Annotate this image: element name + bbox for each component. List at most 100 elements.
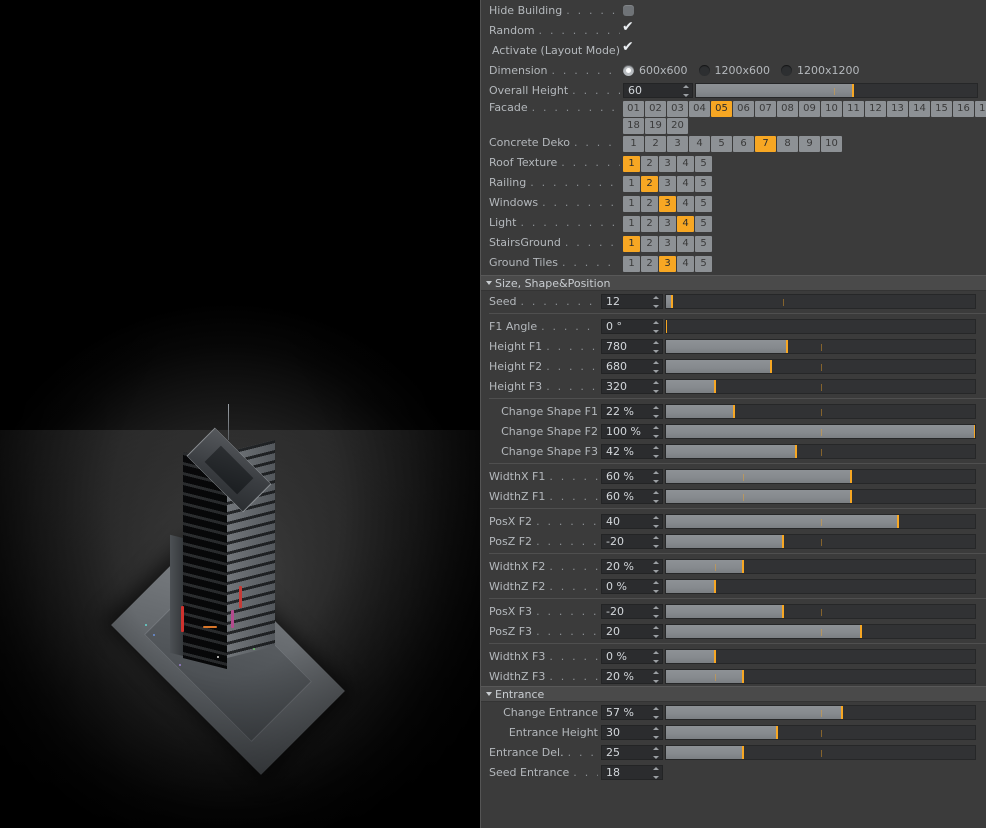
railing-button-3[interactable]: 3: [659, 176, 676, 192]
spinner-arrows-icon[interactable]: [652, 746, 659, 759]
height-f2-field[interactable]: 680: [601, 358, 663, 374]
facade-button-07[interactable]: 07: [755, 101, 776, 117]
spinner-arrows-icon[interactable]: [652, 605, 659, 618]
row-widthz-f3[interactable]: WidthZ F3. . . . . 20 %: [481, 666, 986, 686]
ground-tiles-button-4[interactable]: 4: [677, 256, 694, 272]
entrance-del-slider[interactable]: [665, 744, 976, 760]
widthz-f1-slider[interactable]: [665, 488, 976, 504]
concrete-deko-button-7[interactable]: 7: [755, 136, 776, 152]
widthz-f2-slider[interactable]: [665, 578, 976, 594]
row-height-f3[interactable]: Height F3. . . . . . 320: [481, 376, 986, 396]
row-widthz-f2[interactable]: WidthZ F2. . . . . 0 %: [481, 576, 986, 596]
attribute-manager-panel[interactable]: Hide Building. . . . . . . . Random. . . …: [480, 0, 986, 828]
light-button-5[interactable]: 5: [695, 216, 712, 232]
facade-button-20[interactable]: 20: [667, 118, 688, 134]
facade-button-strip[interactable]: 0102030405060708091011121314151617 181920: [623, 101, 986, 134]
light-button-2[interactable]: 2: [641, 216, 658, 232]
concrete-deko-button-1[interactable]: 1: [623, 136, 644, 152]
facade-button-12[interactable]: 12: [865, 101, 886, 117]
row-change-shape-f2[interactable]: Change Shape F2 100 %: [481, 421, 986, 441]
roof-texture-button-4[interactable]: 4: [677, 156, 694, 172]
row-concrete-deko[interactable]: Concrete Deko. . . . . . .12345678910: [481, 135, 986, 155]
facade-button-02[interactable]: 02: [645, 101, 666, 117]
row-overall-height[interactable]: Overall Height. . . . . . . 60: [481, 80, 986, 100]
windows-button-3[interactable]: 3: [659, 196, 676, 212]
concrete-deko-button-10[interactable]: 10: [821, 136, 842, 152]
row-f1-angle[interactable]: F1 Angle. . . . . . . 0 °: [481, 316, 986, 336]
row-change-shape-f3[interactable]: Change Shape F3 42 %: [481, 441, 986, 461]
facade-button-18[interactable]: 18: [623, 118, 644, 134]
facade-button-16[interactable]: 16: [953, 101, 974, 117]
facade-button-17[interactable]: 17: [975, 101, 986, 117]
concrete-deko-button-4[interactable]: 4: [689, 136, 710, 152]
section-header-entrance[interactable]: Entrance: [481, 686, 986, 702]
collapse-triangle-icon[interactable]: [486, 281, 492, 285]
row-posz-f2[interactable]: PosZ F2. . . . . . . . -20: [481, 531, 986, 551]
spinner-arrows-icon[interactable]: [652, 295, 659, 308]
activate-layout-mode-checkbox[interactable]: [622, 40, 634, 56]
widthz-f3-field[interactable]: 20 %: [601, 668, 663, 684]
ground-tiles-button-strip[interactable]: 12345: [623, 256, 712, 272]
windows-button-1[interactable]: 1: [623, 196, 640, 212]
widthx-f3-field[interactable]: 0 %: [601, 648, 663, 664]
spinner-arrows-icon[interactable]: [652, 470, 659, 483]
row-posx-f3[interactable]: PosX F3. . . . . . . . -20: [481, 601, 986, 621]
facade-button-08[interactable]: 08: [777, 101, 798, 117]
spinner-arrows-icon[interactable]: [652, 380, 659, 393]
concrete-deko-button-3[interactable]: 3: [667, 136, 688, 152]
row-activate-layout-mode[interactable]: Activate (Layout Mode): [481, 40, 986, 60]
spinner-arrows-icon[interactable]: [652, 766, 659, 779]
stairsground-button-strip[interactable]: 12345: [623, 236, 712, 252]
entrance-height-field[interactable]: 30: [601, 724, 663, 740]
spinner-arrows-icon[interactable]: [652, 515, 659, 528]
row-seed-entrance[interactable]: Seed Entrance. . . 18: [481, 762, 986, 782]
light-button-1[interactable]: 1: [623, 216, 640, 232]
row-stairsground[interactable]: StairsGround. . . . . . . .12345: [481, 235, 986, 255]
row-entrance-del[interactable]: Entrance Del.. . . . 25: [481, 742, 986, 762]
change-shape-f1-slider[interactable]: [665, 403, 976, 419]
facade-button-01[interactable]: 01: [623, 101, 644, 117]
random-checkbox[interactable]: [622, 20, 634, 36]
facade-button-11[interactable]: 11: [843, 101, 864, 117]
change-shape-f2-slider[interactable]: [665, 423, 976, 439]
stairsground-button-5[interactable]: 5: [695, 236, 712, 252]
row-roof-texture[interactable]: Roof Texture. . . . . . . .12345: [481, 155, 986, 175]
dimension-radio-1200x600[interactable]: [698, 64, 710, 76]
height-f3-slider[interactable]: [665, 378, 976, 394]
row-posx-f2[interactable]: PosX F2. . . . . . . . 40: [481, 511, 986, 531]
spinner-arrows-icon[interactable]: [652, 580, 659, 593]
windows-button-5[interactable]: 5: [695, 196, 712, 212]
windows-button-strip[interactable]: 12345: [623, 196, 712, 212]
seed-slider[interactable]: [665, 293, 976, 309]
row-widthx-f2[interactable]: WidthX F2. . . . . 20 %: [481, 556, 986, 576]
posx-f2-field[interactable]: 40: [601, 513, 663, 529]
widthx-f2-field[interactable]: 20 %: [601, 558, 663, 574]
row-widthx-f3[interactable]: WidthX F3. . . . . 0 %: [481, 646, 986, 666]
railing-button-4[interactable]: 4: [677, 176, 694, 192]
widthz-f2-field[interactable]: 0 %: [601, 578, 663, 594]
row-ground-tiles[interactable]: Ground Tiles. . . . . . . .12345: [481, 255, 986, 275]
overall-height-slider[interactable]: [695, 82, 978, 98]
row-railing[interactable]: Railing. . . . . . . . . . . .12345: [481, 175, 986, 195]
roof-texture-button-2[interactable]: 2: [641, 156, 658, 172]
spinner-arrows-icon[interactable]: [652, 320, 659, 333]
posx-f3-slider[interactable]: [665, 603, 976, 619]
roof-texture-button-1[interactable]: 1: [623, 156, 640, 172]
railing-button-2[interactable]: 2: [641, 176, 658, 192]
height-f1-field[interactable]: 780: [601, 338, 663, 354]
spinner-arrows-icon[interactable]: [652, 650, 659, 663]
height-f3-field[interactable]: 320: [601, 378, 663, 394]
dimension-radio-1200x1200[interactable]: [781, 64, 793, 76]
facade-button-14[interactable]: 14: [909, 101, 930, 117]
spinner-arrows-icon[interactable]: [652, 670, 659, 683]
entrance-del-field[interactable]: 25: [601, 744, 663, 760]
spinner-arrows-icon[interactable]: [652, 445, 659, 458]
spinner-arrows-icon[interactable]: [652, 360, 659, 373]
stairsground-button-3[interactable]: 3: [659, 236, 676, 252]
concrete-deko-button-strip[interactable]: 1 2 3 4 5 6 7 8 9 10: [623, 136, 842, 152]
row-widthz-f1[interactable]: WidthZ F1. . . . . 60 %: [481, 486, 986, 506]
facade-button-05[interactable]: 05: [711, 101, 732, 117]
row-windows[interactable]: Windows. . . . . . . . . .12345: [481, 195, 986, 215]
change-shape-f1-field[interactable]: 22 %: [601, 403, 663, 419]
facade-button-10[interactable]: 10: [821, 101, 842, 117]
